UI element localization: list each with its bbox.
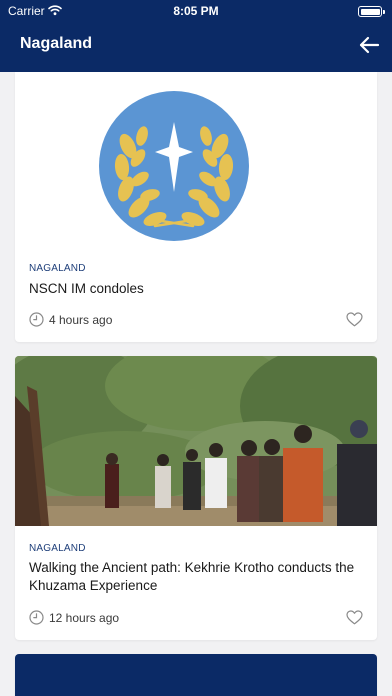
article-title[interactable]: NSCN IM condoles (29, 280, 363, 298)
time-ago-label: 12 hours ago (49, 611, 120, 625)
article-category: NAGALAND (29, 263, 86, 274)
forest-walk-photo (15, 356, 377, 526)
heart-icon[interactable] (346, 312, 363, 327)
status-time: 8:05 PM (173, 4, 219, 18)
status-bar: Carrier 8:05 PM (0, 0, 392, 22)
article-category: NAGALAND (29, 543, 86, 554)
clock-icon (29, 610, 44, 625)
article-title[interactable]: Walking the Ancient path: Kekhrie Krotho… (29, 559, 363, 595)
article-card[interactable]: NAGALAND Walking the Ancient path: Kekhr… (15, 356, 377, 640)
page-title: Nagaland (20, 35, 93, 52)
heart-icon[interactable] (346, 610, 363, 625)
battery-icon (358, 6, 385, 17)
article-card[interactable]: NAGALAND NSCN IM condoles 4 hours ago (15, 72, 377, 342)
article-image (15, 356, 377, 526)
article-card[interactable] (15, 654, 377, 696)
time-ago-label: 4 hours ago (49, 313, 113, 327)
clock-icon (29, 312, 44, 327)
navigation-bar: Nagaland (0, 22, 392, 72)
back-arrow-icon[interactable] (358, 34, 380, 56)
nscn-emblem-logo (99, 91, 249, 241)
article-image (15, 72, 377, 249)
